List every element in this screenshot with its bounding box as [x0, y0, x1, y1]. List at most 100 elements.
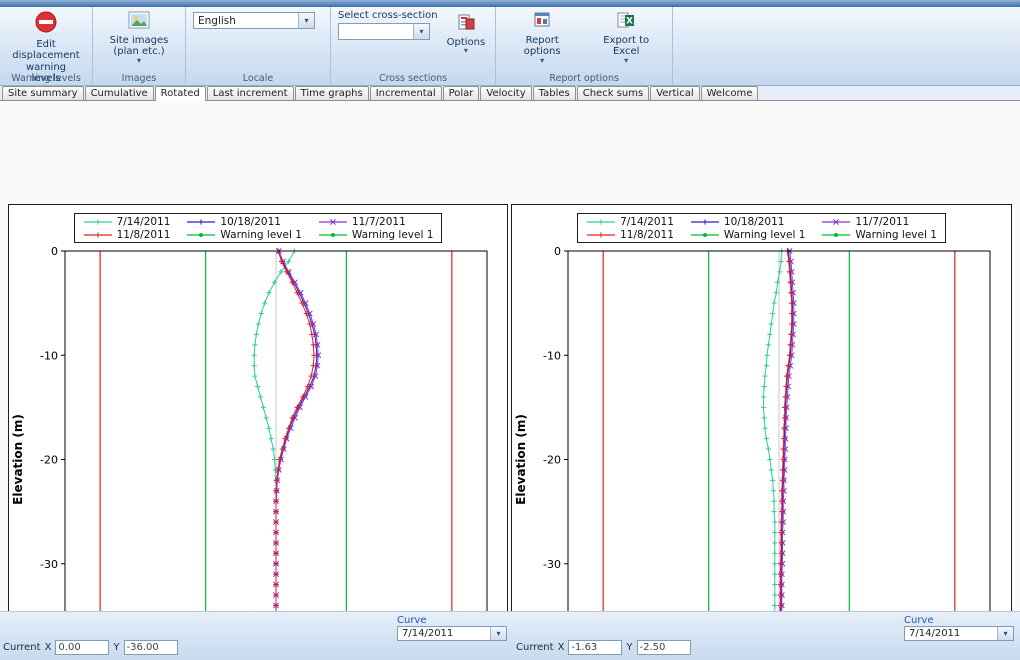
chart-area: 7/14/2011 10/18/2011 11/7/2011 11/8/2011 War… [0, 101, 1020, 611]
cursor-x-input-left[interactable] [55, 640, 109, 655]
svg-text:0: 0 [51, 245, 58, 258]
export-excel-button[interactable]: X Export to Excel ▾ [587, 10, 665, 65]
legend-entry: Warning level 1 [318, 228, 434, 241]
x-label-right: X [558, 642, 565, 653]
svg-text:X: X [626, 17, 633, 27]
svg-text:0: 0 [554, 245, 561, 258]
chevron-down-icon: ▾ [464, 48, 468, 54]
svg-text:-10: -10 [40, 349, 58, 362]
cursor-x-input-right[interactable] [568, 640, 622, 655]
svg-text:-20: -20 [543, 454, 561, 467]
site-images-icon [128, 11, 150, 33]
curve-label-left: Curve [397, 615, 427, 626]
report-options-label: Report options [506, 35, 578, 58]
toolbar: Edit displacement warning levels Warning… [0, 7, 1020, 86]
group-report-options: Report options ▾ X Export to Excel ▾ Rep… [496, 7, 673, 85]
curve-value-right: 7/14/2011 [909, 628, 960, 639]
group-label-warning-levels: Warning levels [0, 73, 92, 84]
y-label-left: Y [113, 642, 119, 653]
group-label-cross-sections: Cross sections [331, 73, 495, 84]
chevron-down-icon: ▾ [624, 58, 628, 64]
tab-rotated[interactable]: Rotated [155, 86, 206, 102]
tab-welcome[interactable]: Welcome [701, 86, 759, 100]
chart-panel-right: 7/14/2011 10/18/2011 11/7/2011 11/8/2011 War… [511, 204, 1012, 660]
tab-tables[interactable]: Tables [533, 86, 576, 100]
curve-label-right: Curve [904, 615, 934, 626]
svg-text:-30: -30 [40, 558, 58, 571]
y-label-right: Y [626, 642, 632, 653]
status-bar: Curve 7/14/2011 ▾ Curve 7/14/2011 ▾ Curr… [0, 611, 1020, 660]
chevron-down-icon: ▾ [540, 58, 544, 64]
chart-panel-left: 7/14/2011 10/18/2011 11/7/2011 11/8/2011 War… [8, 204, 508, 660]
cursor-readout-right: Current X Y [516, 640, 691, 655]
group-label-images: Images [93, 73, 185, 84]
language-value: English [198, 15, 236, 27]
chart-svg: -30-20-1001020300-10-20-30-40Rotated dis… [9, 245, 503, 660]
chart-legend-right: 7/14/2011 10/18/2011 11/7/2011 11/8/2011 War… [577, 213, 946, 243]
rotated-displacement-chart-b[interactable]: -30-20-1001020300-10-20-30-40Rotated dis… [512, 245, 1011, 660]
tab-time-graphs[interactable]: Time graphs [295, 86, 369, 100]
options-button[interactable]: Options ▾ [444, 12, 489, 55]
export-excel-label: Export to Excel [590, 35, 662, 58]
legend-entry: 11/8/2011 [83, 228, 171, 241]
curve-select-left[interactable]: 7/14/2011 ▾ [397, 626, 507, 641]
legend-entry: Warning level 1 [821, 228, 937, 241]
legend-entry: 11/8/2011 [586, 228, 674, 241]
tab-polar[interactable]: Polar [443, 86, 480, 100]
group-cross-sections: Select cross-section ▾ Options ▾ Cross s… [331, 7, 496, 85]
report-options-button[interactable]: Report options ▾ [503, 10, 581, 65]
legend-entry: 10/18/2011 [690, 215, 806, 228]
group-label-locale: Locale [186, 73, 330, 84]
rotated-displacement-chart-a[interactable]: -30-20-1001020300-10-20-30-40Rotated dis… [9, 245, 507, 660]
window-top-edge [0, 0, 1020, 7]
svg-text:Elevation (m): Elevation (m) [11, 414, 25, 505]
current-label-left: Current [3, 642, 41, 653]
svg-text:-20: -20 [40, 454, 58, 467]
report-options-icon [533, 11, 551, 33]
site-images-button[interactable]: Site images (plan etc.) ▾ [100, 10, 178, 65]
cross-section-label: Select cross-section [338, 10, 438, 21]
group-locale: English ▾ Locale [186, 7, 331, 85]
svg-text:-30: -30 [543, 558, 561, 571]
chevron-down-icon: ▾ [298, 13, 314, 28]
legend-entry: 11/7/2011 [318, 215, 434, 228]
tab-check-sums[interactable]: Check sums [577, 86, 649, 100]
chevron-down-icon: ▾ [997, 627, 1013, 640]
tab-strip: Site summaryCumulativeRotatedLast increm… [0, 86, 1020, 101]
tab-vertical[interactable]: Vertical [650, 86, 699, 100]
tab-incremental[interactable]: Incremental [370, 86, 442, 100]
legend-entry: 7/14/2011 [83, 215, 171, 228]
chart-legend-left: 7/14/2011 10/18/2011 11/7/2011 11/8/2011 War… [74, 213, 443, 243]
legend-entry: 10/18/2011 [186, 215, 302, 228]
group-warning-levels: Edit displacement warning levels Warning… [0, 7, 93, 85]
app-window: Edit displacement warning levels Warning… [0, 0, 1020, 660]
legend-entry: Warning level 1 [186, 228, 302, 241]
tab-last-increment[interactable]: Last increment [207, 86, 294, 100]
current-label-right: Current [516, 642, 554, 653]
cursor-readout-left: Current X Y [3, 640, 178, 655]
excel-icon: X [617, 11, 635, 33]
cursor-y-input-right[interactable] [637, 640, 691, 655]
options-icon [457, 13, 475, 35]
legend-entry: 7/14/2011 [586, 215, 674, 228]
x-label-left: X [45, 642, 52, 653]
legend-entry: 11/7/2011 [821, 215, 937, 228]
chevron-down-icon: ▾ [137, 58, 141, 64]
svg-text:Elevation (m): Elevation (m) [514, 414, 528, 505]
cross-section-select[interactable]: ▾ [338, 23, 430, 40]
curve-value-left: 7/14/2011 [402, 628, 453, 639]
chevron-down-icon: ▾ [490, 627, 506, 640]
curve-select-right[interactable]: 7/14/2011 ▾ [904, 626, 1014, 641]
group-label-report-options: Report options [496, 73, 672, 84]
svg-text:-10: -10 [543, 349, 561, 362]
chart-svg: -30-20-1001020300-10-20-30-40Rotated dis… [512, 245, 1006, 660]
language-select[interactable]: English ▾ [193, 12, 315, 29]
site-images-label: Site images (plan etc.) [103, 35, 175, 58]
group-images: Site images (plan etc.) ▾ Images [93, 7, 186, 85]
tab-site-summary[interactable]: Site summary [2, 86, 84, 100]
tab-cumulative[interactable]: Cumulative [85, 86, 154, 100]
tab-velocity[interactable]: Velocity [480, 86, 531, 100]
chevron-down-icon: ▾ [413, 24, 429, 39]
no-entry-icon [35, 11, 57, 37]
cursor-y-input-left[interactable] [124, 640, 178, 655]
